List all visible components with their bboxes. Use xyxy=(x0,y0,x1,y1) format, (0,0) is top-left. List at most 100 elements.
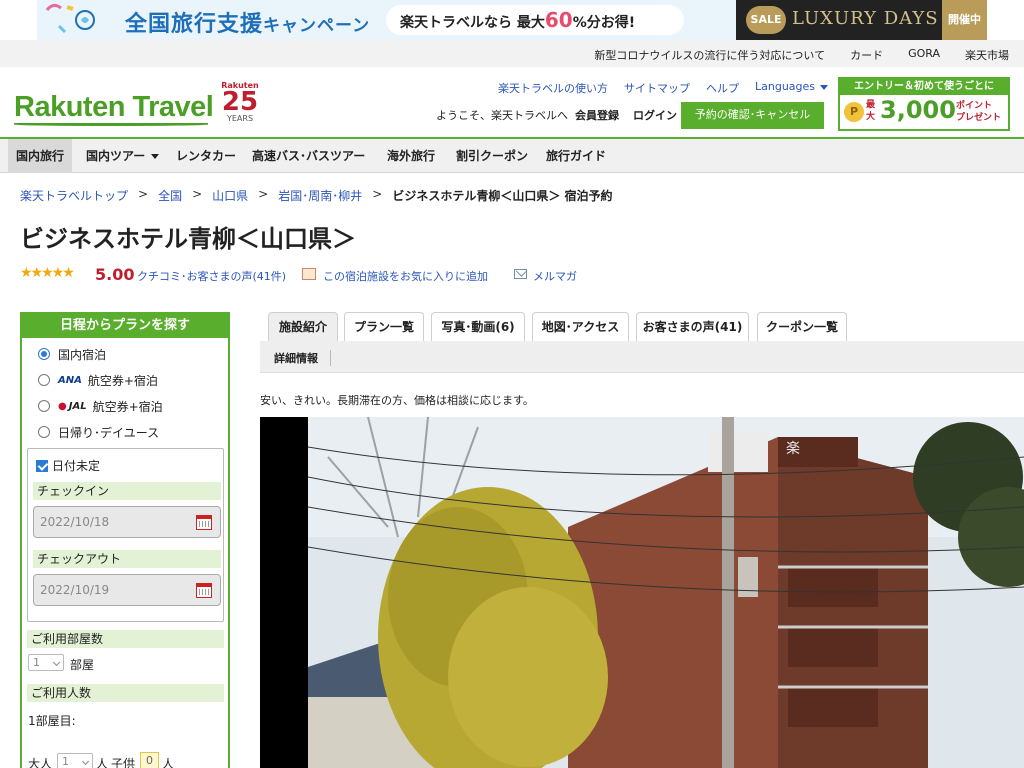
tab-coupons[interactable]: クーポン一覧 xyxy=(757,312,847,341)
tab-reviews[interactable]: お客さまの声(41) xyxy=(636,312,749,341)
favorite-icon xyxy=(302,268,316,280)
tab-photos-videos[interactable]: 写真･動画(6) xyxy=(431,312,525,341)
point-coin-icon: P xyxy=(844,102,864,122)
header-link-sitemap[interactable]: サイトマップ xyxy=(624,80,690,96)
checkout-label: チェックアウト xyxy=(33,550,221,568)
breadcrumb-area[interactable]: 岩国･周南･柳井 xyxy=(278,187,362,204)
breadcrumb-current: ビジネスホテル青柳＜山口県＞ 宿泊予約 xyxy=(392,189,613,203)
chevron-down-icon xyxy=(151,154,160,159)
breadcrumb-prefecture[interactable]: 山口県 xyxy=(212,187,248,204)
nav-item-domestic-tour[interactable]: 国内ツアー xyxy=(78,139,167,173)
adult-label: 大人 xyxy=(28,757,53,768)
banner-discount-pill: 楽天トラベルなら 最大60%分お得! xyxy=(386,5,684,35)
checkbox[interactable] xyxy=(36,459,48,472)
child-count-box[interactable]: 0 xyxy=(140,752,159,768)
promo-point-label: ポイント プレゼント xyxy=(956,101,1002,123)
breadcrumb: 楽天トラベルトップ > 全国 > 山口県 > 岩国･周南･柳井 > ビジネスホテ… xyxy=(20,187,613,204)
anniversary-25-logo: Rakuten 25 YEARS xyxy=(221,81,259,123)
nav-item-overseas[interactable]: 海外旅行 xyxy=(379,139,443,173)
checkin-date-input[interactable]: 2022/10/18 xyxy=(33,506,221,538)
rooms-label: ご利用部屋数 xyxy=(27,630,224,648)
member-register-link[interactable]: 会員登録 xyxy=(575,107,619,123)
util-link-covid[interactable]: 新型コロナウイルスの流行に伴う対応について xyxy=(594,47,825,63)
breadcrumb-all[interactable]: 全国 xyxy=(158,187,182,204)
site-header: Rakuten Travel Rakuten 25 YEARS 楽天トラベルの使… xyxy=(0,67,1024,139)
nav-item-rentacar[interactable]: レンタカー xyxy=(168,139,244,173)
checkout-date-input[interactable]: 2022/10/19 xyxy=(33,574,221,606)
date-undecided-checkbox[interactable]: 日付未定 xyxy=(36,457,100,474)
rating-row: ★★★★★ 5.00 クチコミ･お客さまの声(41件) この宿泊施設をお気に入り… xyxy=(20,264,720,284)
radio-day-use[interactable]: 日帰り･デイユース xyxy=(38,422,159,442)
rakuten-travel-logo[interactable]: Rakuten Travel xyxy=(14,91,214,124)
nav-item-guide[interactable]: 旅行ガイド xyxy=(538,139,614,173)
luxury-days-text: LUXURY DAYS xyxy=(792,8,939,29)
radio-jal-flight-stay[interactable]: JAL 航空券+宿泊 xyxy=(38,396,163,416)
global-nav: 国内旅行 国内ツアー レンタカー 高速バス･バスツアー 海外旅行 割引クーポン … xyxy=(0,139,1024,173)
header-link-howto[interactable]: 楽天トラベルの使い方 xyxy=(498,80,608,96)
campaign-banner[interactable]: 全国旅行支援キャンペーン 楽天トラベルなら 最大60%分お得! SALE LUX… xyxy=(0,0,1024,40)
rooms-select[interactable]: 1 xyxy=(28,654,64,671)
hotel-description: 安い、きれい。長期滞在の方、価格は相談に応じます。 xyxy=(260,394,534,407)
add-favorite-link[interactable]: この宿泊施設をお気に入りに追加 xyxy=(323,268,488,284)
reservation-check-button[interactable]: 予約の確認･キャンセル xyxy=(681,102,824,129)
promo-amount: 3,000 xyxy=(880,96,956,124)
point-promo-banner[interactable]: エントリー＆初めて使うごとに P 最大 3,000 ポイント プレゼント xyxy=(838,77,1010,131)
ana-logo-icon: ANA xyxy=(58,374,82,386)
utility-bar: 新型コロナウイルスの流行に伴う対応について カード GORA 楽天市場 xyxy=(0,40,1024,67)
radio-ana-flight-stay[interactable]: ANA 航空券+宿泊 xyxy=(38,370,158,390)
radio-button[interactable] xyxy=(38,348,50,360)
radio-button[interactable] xyxy=(38,400,50,412)
languages-dropdown[interactable]: Languages xyxy=(755,80,828,96)
breadcrumb-separator: > xyxy=(138,187,149,201)
rooms-unit: 部屋 xyxy=(70,658,95,672)
jal-logo-icon: JAL xyxy=(58,401,87,412)
luxury-days-banner[interactable]: SALE LUXURY DAYS 開催中 xyxy=(736,0,987,40)
date-selection-box: 日付未定 チェックイン 2022/10/18 チェックアウト 2022/10/1… xyxy=(27,448,224,622)
login-link[interactable]: ログイン xyxy=(633,107,677,123)
nav-item-domestic[interactable]: 国内旅行 xyxy=(8,139,73,173)
confetti-decoration xyxy=(45,3,95,34)
checkin-label: チェックイン xyxy=(33,482,221,500)
radio-button[interactable] xyxy=(38,426,50,438)
hotel-photo[interactable]: 楽 xyxy=(260,417,1024,768)
tab-facility-info[interactable]: 施設紹介 xyxy=(268,312,338,341)
sale-badge: SALE xyxy=(746,6,786,34)
hotel-tabs: 施設紹介 プラン一覧 写真･動画(6) 地図･アクセス お客さまの声(41) ク… xyxy=(260,312,1024,341)
rating-score: 5.00 xyxy=(95,265,135,284)
plan-search-panel: 日程からプランを探す 国内宿泊 ANA 航空券+宿泊 JAL 航空券+宿泊 日帰… xyxy=(20,312,230,768)
radio-domestic-stay[interactable]: 国内宿泊 xyxy=(38,344,106,364)
tab-map-access[interactable]: 地図･アクセス xyxy=(532,312,629,341)
banner-title: 全国旅行支援キャンペーン xyxy=(125,12,371,37)
radio-button[interactable] xyxy=(38,374,50,386)
logo-underline xyxy=(14,123,208,126)
header-link-help[interactable]: ヘルプ xyxy=(706,80,739,96)
sub-tabs: 詳細情報 xyxy=(260,341,1024,373)
travel-support-banner[interactable]: 全国旅行支援キャンペーン 楽天トラベルなら 最大60%分お得! xyxy=(37,0,736,40)
star-rating-icon: ★★★★★ xyxy=(20,265,75,281)
util-link-card[interactable]: カード xyxy=(850,47,883,63)
reviews-link[interactable]: クチコミ･お客さまの声(41件) xyxy=(137,268,286,284)
calendar-icon[interactable] xyxy=(196,583,212,598)
child-unit: 人 xyxy=(162,757,175,768)
adult-select[interactable]: 1 xyxy=(57,753,93,768)
svg-text:楽: 楽 xyxy=(786,441,800,457)
promo-max-label: 最大 xyxy=(866,100,876,122)
mailmag-link[interactable]: メルマガ xyxy=(533,268,577,284)
tab-plan-list[interactable]: プラン一覧 xyxy=(344,312,424,341)
util-link-gora[interactable]: GORA xyxy=(908,47,940,63)
calendar-icon[interactable] xyxy=(196,515,212,530)
nav-item-bus[interactable]: 高速バス･バスツアー xyxy=(244,139,373,173)
welcome-text: ようこそ、楽天トラベルへ xyxy=(436,109,568,122)
promo-header: エントリー＆初めて使うごとに xyxy=(840,79,1008,95)
hotel-title: ビジネスホテル青柳＜山口県＞ xyxy=(20,225,356,253)
sub-tab-details[interactable]: 詳細情報 xyxy=(274,350,331,366)
child-label: 子供 xyxy=(111,757,136,768)
open-badge: 開催中 xyxy=(942,0,987,40)
nav-item-coupon[interactable]: 割引クーポン xyxy=(448,139,536,173)
breadcrumb-separator: > xyxy=(258,187,269,201)
breadcrumb-top[interactable]: 楽天トラベルトップ xyxy=(20,187,128,204)
hotel-building-image: 楽 xyxy=(308,417,1024,768)
mail-icon xyxy=(514,269,527,279)
breadcrumb-separator: > xyxy=(192,187,203,201)
util-link-ichiba[interactable]: 楽天市場 xyxy=(965,47,1009,63)
